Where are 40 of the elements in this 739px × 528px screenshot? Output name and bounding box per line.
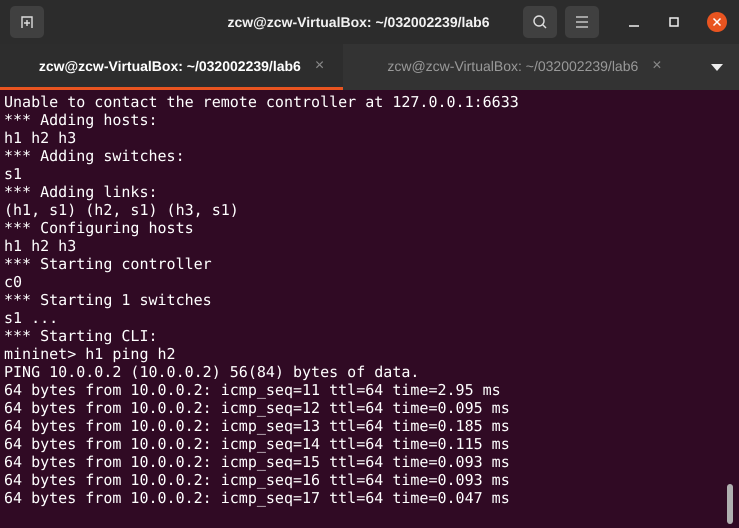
tab-close-button[interactable]: × (652, 56, 662, 74)
search-icon (532, 14, 548, 30)
new-tab-icon (19, 14, 35, 30)
terminal-line: mininet> h1 ping h2 (4, 345, 177, 363)
terminal-line: *** Adding switches: (4, 147, 186, 165)
terminal-line: *** Starting 1 switches (4, 291, 213, 309)
tab-label: zcw@zcw-VirtualBox: ~/032002239/lab6 (387, 58, 638, 74)
terminal-line: s1 ... (4, 309, 60, 327)
terminal-line: (h1, s1) (h2, s1) (h3, s1) (4, 201, 240, 219)
terminal-line: h1 h2 h3 (4, 237, 78, 255)
window-title: zcw@zcw-VirtualBox: ~/032002239/lab6 (226, 14, 491, 30)
terminal-line: 64 bytes from 10.0.0.2: icmp_seq=12 ttl=64 time=0.095 ms (4, 399, 511, 417)
terminal-line: 64 bytes from 10.0.0.2: icmp_seq=16 ttl=64 time=0.093 ms (4, 471, 511, 489)
terminal-line: 64 bytes from 10.0.0.2: icmp_seq=14 ttl=64 time=0.115 ms (4, 435, 511, 453)
terminal-line: 64 bytes from 10.0.0.2: icmp_seq=11 ttl=64 time=2.95 ms (4, 381, 502, 399)
search-button[interactable] (523, 6, 557, 38)
terminal-line: h1 h2 h3 (4, 129, 78, 147)
terminal-line: *** Starting CLI: (4, 327, 159, 345)
terminal-line: *** Starting controller (4, 255, 213, 273)
tab[interactable]: zcw@zcw-VirtualBox: ~/032002239/lab6 × (0, 44, 343, 90)
maximize-icon[interactable] (669, 17, 679, 27)
terminal-line: 64 bytes from 10.0.0.2: icmp_seq=13 ttl=64 time=0.185 ms (4, 417, 511, 435)
terminal-line: *** Adding links: (4, 183, 159, 201)
terminal-line: *** Adding hosts: (4, 111, 159, 129)
terminal-line: PING 10.0.0.2 (10.0.0.2) 56(84) bytes of data. (4, 363, 420, 381)
terminal-line: Unable to contact the remote controller at 127.0.0.1:6633 (4, 93, 520, 111)
terminal-line: s1 (4, 165, 24, 183)
menu-button[interactable] (565, 6, 599, 38)
dropdown-arrow-icon[interactable] (711, 64, 723, 70)
tab-close-button[interactable]: × (314, 56, 324, 74)
menu-icon (575, 16, 589, 28)
terminal-line: c0 (4, 273, 24, 291)
scrollbar-thumb[interactable] (727, 484, 733, 524)
terminal-line: *** Configuring hosts (4, 219, 195, 237)
close-icon[interactable] (707, 12, 727, 32)
new-tab-button[interactable] (10, 6, 44, 38)
tab-label: zcw@zcw-VirtualBox: ~/032002239/lab6 (38, 58, 301, 74)
tab[interactable]: zcw@zcw-VirtualBox: ~/032002239/lab6 × (343, 44, 686, 90)
terminal-line: 64 bytes from 10.0.0.2: icmp_seq=15 ttl=64 time=0.093 ms (4, 453, 511, 471)
terminal-line: 64 bytes from 10.0.0.2: icmp_seq=17 ttl=64 time=0.047 ms (4, 489, 511, 507)
